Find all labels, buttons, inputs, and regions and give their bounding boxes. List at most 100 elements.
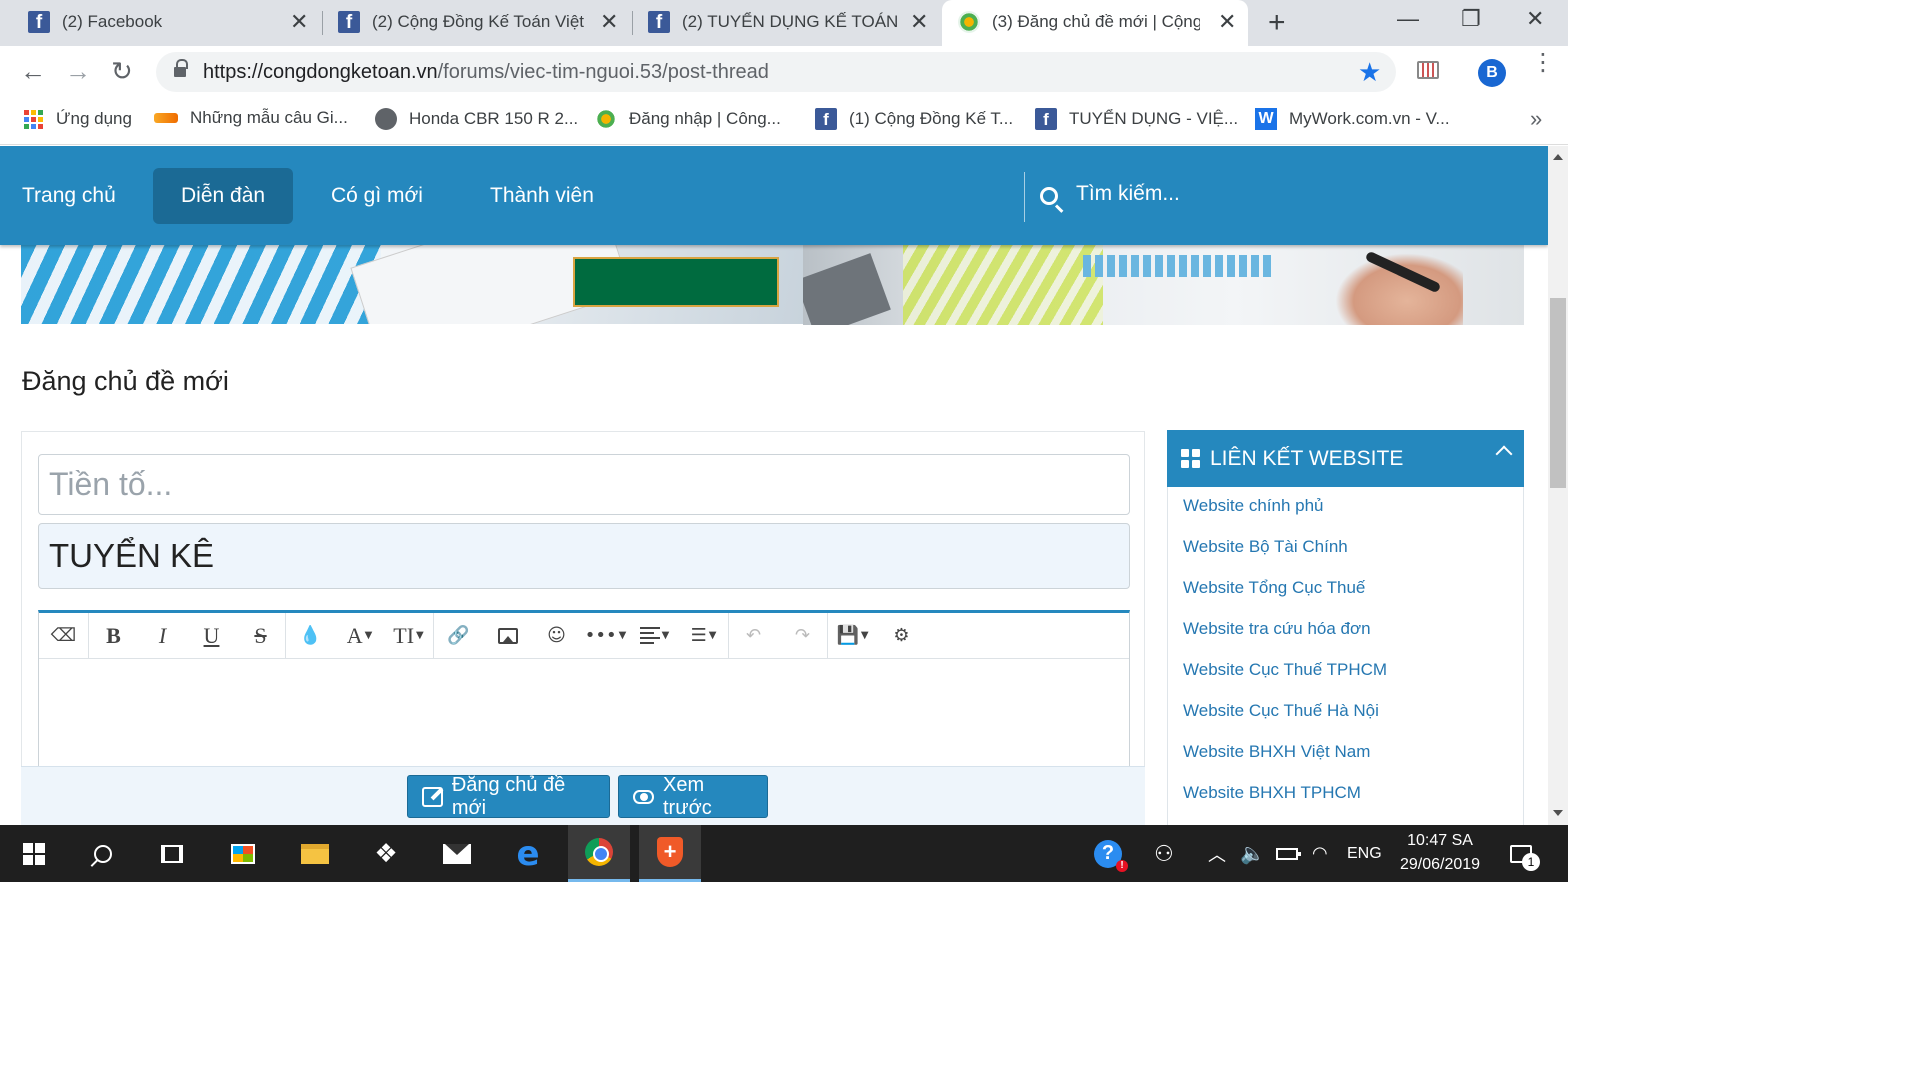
bookmark-mau-cau[interactable]: Những mẫu câu Gi...: [154, 108, 348, 128]
tray-overflow[interactable]: ︿: [1208, 825, 1226, 882]
link-bo-tai-chinh[interactable]: Website Bộ Tài Chính: [1183, 537, 1348, 557]
tab-tuyen-dung[interactable]: f (2) TUYỂN DỤNG KẾ TOÁN ✕: [620, 0, 942, 46]
back-icon[interactable]: ←: [20, 58, 46, 84]
taskbar-clock[interactable]: 10:47 SA 29/06/2019: [1392, 829, 1488, 877]
font-family-icon[interactable]: A ▼: [335, 613, 384, 659]
close-tab-icon[interactable]: ✕: [910, 9, 928, 35]
scrollbar-thumb[interactable]: [1550, 298, 1566, 488]
text-color-icon[interactable]: 💧: [286, 613, 335, 659]
taskbar-search[interactable]: [72, 825, 134, 882]
scroll-up-icon[interactable]: [1553, 154, 1563, 160]
more-bookmarks-icon[interactable]: »: [1530, 106, 1542, 132]
taskbar-store[interactable]: [212, 825, 274, 882]
tab-facebook[interactable]: f (2) Facebook ✕: [0, 0, 322, 46]
prefix-input[interactable]: Tiền tố...: [38, 454, 1130, 515]
smiley-icon[interactable]: ☺: [532, 613, 581, 659]
bookmark-cong-dong[interactable]: f (1) Cộng Đồng Kế T...: [815, 108, 1013, 130]
notification-icon: 1: [1510, 844, 1540, 871]
link-icon[interactable]: 🔗: [434, 613, 483, 659]
page-scrollbar[interactable]: [1548, 146, 1568, 825]
tab-post-thread[interactable]: (3) Đăng chủ đề mới | Cộng đồng ✕: [942, 0, 1248, 46]
search-icon: [94, 844, 112, 863]
profile-avatar[interactable]: B: [1478, 59, 1506, 87]
link-cuc-thue-ha-noi[interactable]: Website Cục Thuế Hà Nội: [1183, 701, 1379, 721]
taskbar-mail[interactable]: [426, 825, 488, 882]
bookmark-mywork[interactable]: W MyWork.com.vn - V...: [1255, 108, 1450, 130]
tray-help[interactable]: ?: [1094, 825, 1128, 882]
nav-forums[interactable]: Diễn đàn: [153, 168, 294, 224]
close-tab-icon[interactable]: ✕: [290, 9, 308, 35]
minimize-icon[interactable]: —: [1397, 6, 1419, 32]
reload-icon[interactable]: ↻: [111, 58, 133, 84]
browser-toolbar: ← → ↻ https://congdongketoan.vn/forums/v…: [0, 46, 1568, 98]
search-link[interactable]: Tìm kiếm...: [1076, 182, 1180, 206]
tray-wifi[interactable]: ◠: [1312, 825, 1328, 882]
nav-home[interactable]: Trang chủ: [0, 168, 144, 224]
font-size-icon[interactable]: TI ▼: [384, 613, 433, 659]
close-tab-icon[interactable]: ✕: [1218, 9, 1236, 35]
tray-people[interactable]: ⚇: [1154, 825, 1174, 882]
tab-cong-dong-ke-toan[interactable]: f (2) Cộng Đồng Kế Toán Việt Nam ✕: [310, 0, 632, 46]
align-icon[interactable]: ▼: [630, 613, 679, 659]
mywork-icon: W: [1255, 108, 1277, 130]
close-window-icon[interactable]: ✕: [1526, 6, 1544, 32]
close-tab-icon[interactable]: ✕: [600, 9, 618, 35]
taskbar-chrome[interactable]: [568, 825, 630, 882]
thread-title-input[interactable]: TUYỂN KÊ: [38, 523, 1130, 589]
bold-icon[interactable]: B: [89, 613, 138, 659]
restore-icon[interactable]: ❐: [1461, 6, 1481, 32]
bookmark-tuyen-dung[interactable]: f TUYỂN DỤNG - VIỆ...: [1035, 108, 1238, 130]
chevron-up-icon[interactable]: [1495, 445, 1513, 463]
italic-icon[interactable]: I: [138, 613, 187, 659]
scroll-down-icon[interactable]: [1553, 810, 1563, 816]
task-view-button[interactable]: [141, 825, 203, 882]
mail-icon: [443, 843, 471, 864]
underline-icon[interactable]: U: [187, 613, 236, 659]
preview-button[interactable]: Xem trước: [618, 774, 768, 819]
list-icon[interactable]: ☰ ▼: [679, 613, 728, 659]
taskbar-file-explorer[interactable]: [284, 825, 346, 882]
bookmark-dang-nhap[interactable]: Đăng nhập | Công...: [595, 108, 781, 130]
start-button[interactable]: [3, 825, 65, 882]
more-insert-icon[interactable]: ••• ▼: [581, 613, 630, 659]
search-icon[interactable]: [1040, 187, 1058, 205]
clear-format-icon[interactable]: ⌫: [39, 613, 88, 659]
taskbar-edge[interactable]: e: [497, 825, 559, 882]
bookmark-apps[interactable]: Ứng dụng: [22, 108, 132, 130]
page-title: Đăng chủ đề mới: [22, 366, 229, 396]
browser-tab-strip: f (2) Facebook ✕ f (2) Cộng Đồng Kế Toán…: [0, 0, 1568, 46]
lock-icon: [174, 59, 188, 78]
image-icon[interactable]: [483, 613, 532, 659]
bookmark-honda[interactable]: Honda CBR 150 R 2...: [375, 108, 578, 130]
link-bhxh-viet-nam[interactable]: Website BHXH Việt Nam: [1183, 742, 1370, 762]
apps-icon: [22, 108, 44, 130]
tray-language[interactable]: ENG: [1347, 825, 1382, 882]
undo-icon[interactable]: ↶: [729, 613, 778, 659]
nav-members[interactable]: Thành viên: [462, 168, 622, 224]
address-bar[interactable]: https://congdongketoan.vn/forums/viec-ti…: [156, 52, 1396, 92]
taskbar-dropbox[interactable]: ❖: [355, 825, 417, 882]
tab-title: (2) TUYỂN DỤNG KẾ TOÁN: [682, 12, 899, 31]
bookmarks-bar: Ứng dụng Những mẫu câu Gi... Honda CBR 1…: [0, 98, 1568, 145]
gear-icon[interactable]: ⚙: [877, 613, 926, 659]
tray-volume[interactable]: 🔈: [1240, 825, 1265, 882]
action-center[interactable]: 1: [1510, 825, 1540, 882]
link-tong-cuc-thue[interactable]: Website Tổng Cục Thuế: [1183, 578, 1365, 598]
tray-battery[interactable]: [1276, 825, 1301, 882]
link-bhxh-tphcm[interactable]: Website BHXH TPHCM: [1183, 783, 1361, 803]
strikethrough-icon[interactable]: S: [236, 613, 285, 659]
menu-kebab-icon[interactable]: ⋮: [1531, 51, 1555, 75]
extension-icon[interactable]: [1417, 61, 1439, 79]
bookmark-star-icon[interactable]: ★: [1358, 57, 1381, 88]
save-draft-icon[interactable]: 💾 ▼: [828, 613, 877, 659]
forward-icon[interactable]: →: [65, 58, 91, 84]
nav-whats-new[interactable]: Có gì mới: [303, 168, 451, 224]
link-chinh-phu[interactable]: Website chính phủ: [1183, 496, 1324, 516]
link-tra-cuu-hoa-don[interactable]: Website tra cứu hóa đơn: [1183, 619, 1371, 639]
link-cuc-thue-tphcm[interactable]: Website Cục Thuế TPHCM: [1183, 660, 1387, 680]
post-thread-button[interactable]: Đăng chủ đề mới: [407, 774, 610, 819]
redo-icon[interactable]: ↷: [778, 613, 827, 659]
new-tab-icon[interactable]: +: [1268, 6, 1286, 40]
widget-header[interactable]: LIÊN KẾT WEBSITE: [1167, 430, 1524, 487]
taskbar-security-app[interactable]: +: [639, 825, 701, 882]
